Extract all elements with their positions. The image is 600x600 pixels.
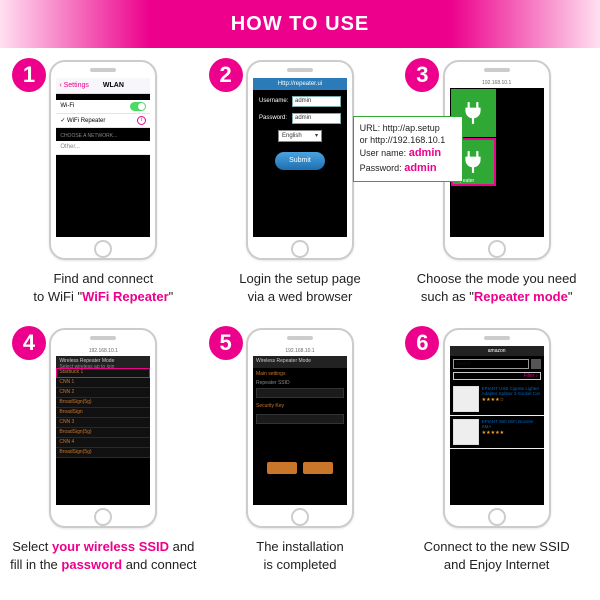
screen-title: WLAN <box>103 82 124 89</box>
step-badge: 2 <box>209 58 243 92</box>
product-row[interactable]: EPIANT 960 WiFi Booster SMA★★★★★ <box>450 416 544 449</box>
login-screen: Http://repeater.ui Username: admin Passw… <box>253 78 347 237</box>
language-select[interactable]: English▾ <box>278 130 322 142</box>
plug-icon <box>460 149 486 175</box>
security-key-label: Security Key <box>253 400 347 412</box>
step-caption: Connect to the new SSID and Enjoy Intern… <box>424 538 570 573</box>
step-caption: Login the setup page via a wed browser <box>239 270 360 305</box>
page-header: HOW TO USE <box>0 0 600 48</box>
list-item[interactable]: BroadSign(5g) <box>56 398 150 408</box>
password-label: Password: <box>259 115 289 121</box>
step-caption: Find and connect to WiFi "WiFi Repeater" <box>33 270 173 305</box>
list-item[interactable]: CNN 2 <box>56 388 150 398</box>
wifi-settings-screen: ‹ Settings WLAN Wi-Fi ✓ WiFi Repeater i … <box>56 78 150 237</box>
product-image <box>453 386 479 412</box>
step-3: 3 192.168.10.1 AP Repeater <box>403 56 590 320</box>
product-row[interactable]: EPIANT USB Cigrete Lighter Adapter Split… <box>450 383 544 416</box>
ssid-input[interactable] <box>256 388 344 398</box>
list-item[interactable]: CNN 4 <box>56 438 150 448</box>
credentials-callout: URL: http://ap.setup or http://192.168.1… <box>353 116 463 182</box>
main-settings-label: Main settings <box>253 368 347 380</box>
phone-mockup: ‹ Settings WLAN Wi-Fi ✓ WiFi Repeater i … <box>49 60 157 260</box>
address-bar: 192.168.10.1 <box>450 78 544 88</box>
home-button[interactable] <box>94 508 112 526</box>
other-row[interactable]: Other... <box>56 141 150 155</box>
action-button[interactable] <box>303 462 333 474</box>
stars-icon: ★★★★★ <box>482 430 504 436</box>
list-item[interactable]: CNN 1 <box>56 378 150 388</box>
network-list: Starbuck 1 CNN 1 CNN 2 BroadSign(5g) Bro… <box>56 368 150 458</box>
list-item[interactable]: CNN 3 <box>56 418 150 428</box>
choose-network-label: CHOOSE A NETWORK... <box>56 128 150 141</box>
screen-title: Wireless Repeater Mode Select wireless a… <box>56 356 150 368</box>
step-2: 2 Http://repeater.ui Username: admin Pas… <box>207 56 394 320</box>
step-caption: The installation is completed <box>256 538 343 573</box>
home-button[interactable] <box>291 508 309 526</box>
phone-mockup: amazon search Filter › EPIANT USB Cigret… <box>443 328 551 528</box>
step-1: 1 ‹ Settings WLAN Wi-Fi ✓ WiFi Repeater … <box>10 56 197 320</box>
step-badge: 1 <box>12 58 46 92</box>
site-header: amazon <box>450 346 544 356</box>
filter-link[interactable]: Filter › <box>453 372 541 380</box>
home-button[interactable] <box>488 240 506 258</box>
wifi-toggle-row[interactable]: Wi-Fi <box>56 100 150 114</box>
password-input[interactable]: admin <box>292 113 341 124</box>
key-input[interactable] <box>256 414 344 424</box>
step-badge: 4 <box>12 326 46 360</box>
home-button[interactable] <box>94 240 112 258</box>
wifi-toggle-on[interactable] <box>130 102 146 111</box>
username-label: Username: <box>259 98 289 104</box>
phone-mockup: 192.168.10.1 Wireless Repeater Mode Main… <box>246 328 354 528</box>
back-link[interactable]: ‹ Settings <box>59 82 89 89</box>
username-input[interactable]: admin <box>292 96 341 107</box>
step-badge: 5 <box>209 326 243 360</box>
plug-icon <box>460 100 486 126</box>
step-badge: 6 <box>405 326 439 360</box>
home-button[interactable] <box>291 240 309 258</box>
ssid-list-screen: 192.168.10.1 Wireless Repeater Mode Sele… <box>56 346 150 505</box>
submit-button[interactable]: Submit <box>275 152 325 170</box>
step-caption: Choose the mode you need such as "Repeat… <box>417 270 577 305</box>
url-bar: Http://repeater.ui <box>253 78 347 90</box>
phone-mockup: 192.168.10.1 Wireless Repeater Mode Sele… <box>49 328 157 528</box>
product-image <box>453 419 479 445</box>
selected-network-row[interactable]: ✓ WiFi Repeater i <box>56 114 150 128</box>
list-item[interactable]: BroadSign <box>56 408 150 418</box>
phone-mockup: Http://repeater.ui Username: admin Passw… <box>246 60 354 260</box>
search-input[interactable]: search <box>453 359 529 369</box>
action-button[interactable] <box>267 462 297 474</box>
chevron-down-icon: ▾ <box>315 132 318 139</box>
list-item[interactable]: BroadSign(5g) <box>56 428 150 438</box>
installation-screen: 192.168.10.1 Wireless Repeater Mode Main… <box>253 346 347 505</box>
steps-grid: 1 ‹ Settings WLAN Wi-Fi ✓ WiFi Repeater … <box>0 48 600 600</box>
home-button[interactable] <box>488 508 506 526</box>
step-caption: Select your wireless SSID and fill in th… <box>10 538 196 573</box>
step-badge: 3 <box>405 58 439 92</box>
stars-icon: ★★★★☆ <box>482 397 504 403</box>
step-5: 5 192.168.10.1 Wireless Repeater Mode Ma… <box>207 324 394 588</box>
browser-screen: amazon search Filter › EPIANT USB Cigret… <box>450 346 544 505</box>
list-item[interactable]: BroadSign(5g) <box>56 448 150 458</box>
step-6: 6 amazon search Filter › EPIANT USB Cigr… <box>403 324 590 588</box>
info-icon[interactable]: i <box>137 116 146 125</box>
search-button[interactable] <box>531 359 541 369</box>
step-4: 4 192.168.10.1 Wireless Repeater Mode Se… <box>10 324 197 588</box>
phone-mockup: 192.168.10.1 AP Repeater URL: http:// <box>443 60 551 260</box>
screen-title: Wireless Repeater Mode <box>253 356 347 368</box>
mode-select-screen: 192.168.10.1 AP Repeater <box>450 78 544 237</box>
header-title: HOW TO USE <box>231 13 370 36</box>
